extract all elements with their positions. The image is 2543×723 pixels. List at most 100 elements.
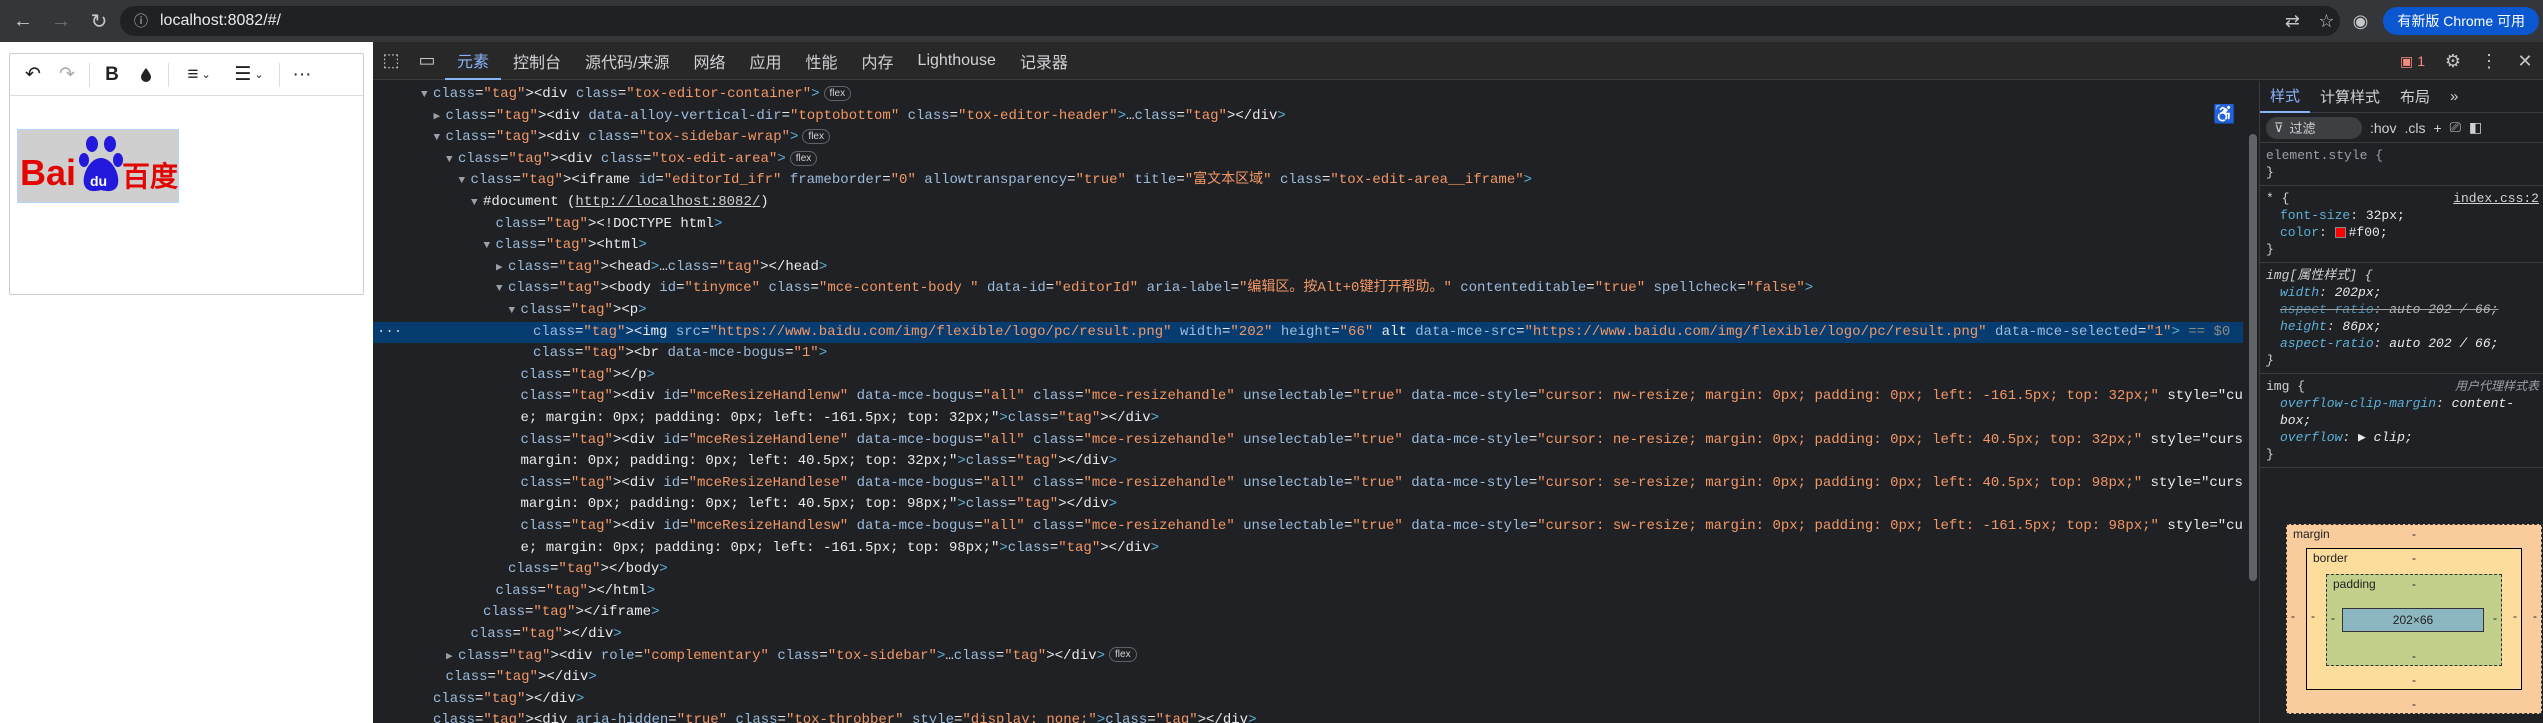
more-options-icon[interactable]: ⋮: [2471, 42, 2507, 80]
tree-row[interactable]: ▶ class="tag"><div role="complementary" c…: [373, 646, 2243, 668]
tree-row[interactable]: class="tag"><div id="mceResizeHandlesw" …: [373, 516, 2244, 538]
tab-application[interactable]: 应用: [738, 42, 794, 80]
tab-performance[interactable]: 性能: [794, 42, 850, 80]
translate-icon[interactable]: ⇄: [2275, 0, 2309, 42]
tab-elements[interactable]: 元素: [445, 42, 502, 80]
tree-row[interactable]: ▼ class="tag"><p>: [373, 300, 2243, 322]
tree-row[interactable]: ▶ class="tag"><div data-alloy-vertical-di…: [373, 106, 2243, 128]
flex-badge[interactable]: flex: [823, 85, 852, 101]
cls-toggle[interactable]: .cls: [2404, 120, 2425, 136]
bold-button[interactable]: B: [95, 59, 129, 91]
expand-triangle-icon[interactable]: ▶: [446, 647, 458, 669]
more-tabs-icon[interactable]: »: [2440, 81, 2468, 113]
collapse-triangle-icon[interactable]: ▼: [434, 128, 446, 150]
paint-icon[interactable]: ⎚: [2450, 119, 2461, 136]
tree-row[interactable]: ▼ class="tag"><div class="tox-edit-area">…: [373, 149, 2243, 171]
close-icon[interactable]: ✕: [2507, 42, 2543, 80]
tab-sources[interactable]: 源代码/来源: [573, 42, 681, 80]
collapse-triangle-icon[interactable]: ▼: [509, 301, 521, 323]
collapse-triangle-icon[interactable]: ▼: [459, 171, 471, 193]
tree-row[interactable]: e; margin: 0px; padding: 0px; left: -161…: [373, 408, 2243, 430]
profile-icon[interactable]: ◉: [2343, 0, 2377, 42]
expand-triangle-icon[interactable]: ▶: [496, 258, 508, 280]
tree-row[interactable]: class="tag"></div>: [373, 624, 2243, 646]
settings-gear-icon[interactable]: ⚙: [2435, 42, 2471, 80]
universal-rule[interactable]: index.css:2 * { font-size: 32px; color: …: [2260, 186, 2543, 263]
address-bar[interactable]: ⓘ localhost:8082/#/: [120, 6, 2340, 36]
tree-row[interactable]: class="tag"></html>: [373, 581, 2243, 603]
undo-icon[interactable]: ↶: [16, 59, 50, 91]
align-dropdown-icon[interactable]: ≡ ⌄: [174, 59, 224, 91]
row-menu-icon[interactable]: ···: [377, 322, 402, 344]
collapse-triangle-icon[interactable]: ▼: [446, 150, 458, 172]
line-height-dropdown-icon[interactable]: ☰ ⌄: [224, 59, 274, 91]
tab-console[interactable]: 控制台: [501, 42, 573, 80]
tree-node-text: class="tag"><head>…class="tag"></head>: [508, 258, 828, 275]
text-color-icon[interactable]: [129, 59, 163, 91]
tab-lighthouse[interactable]: Lighthouse: [906, 42, 1008, 80]
reload-icon[interactable]: ↻: [84, 6, 114, 36]
tab-layout[interactable]: 布局: [2390, 81, 2440, 113]
flex-badge[interactable]: flex: [1109, 647, 1137, 663]
collapse-triangle-icon[interactable]: ▼: [496, 279, 508, 301]
box-model-content[interactable]: 202×66: [2342, 608, 2484, 632]
device-toolbar-icon[interactable]: ▭: [409, 42, 445, 80]
color-swatch[interactable]: [2334, 227, 2346, 239]
tree-row[interactable]: margin: 0px; padding: 0px; left: 40.5px;…: [373, 494, 2243, 516]
tree-row[interactable]: class="tag"><!DOCTYPE html>: [373, 214, 2243, 236]
tree-row[interactable]: ▼ class="tag"><html>: [373, 235, 2243, 257]
site-info-icon[interactable]: ⓘ: [134, 11, 148, 31]
tree-row[interactable]: class="tag"><div id="mceResizeHandlenw" …: [373, 386, 2244, 408]
flex-badge[interactable]: flex: [802, 128, 830, 144]
tree-row[interactable]: ▼ class="tag"><body id="tinymce" class="m…: [373, 278, 2243, 300]
tree-row[interactable]: ▼ class="tag"><iframe id="editorId_ifr" f…: [373, 170, 2243, 192]
sidebar-toggle-icon[interactable]: ◧: [2469, 119, 2482, 136]
tree-row[interactable]: class="tag"><br data-mce-bogus="1">: [373, 343, 2243, 365]
styles-filter-input[interactable]: ⊽ 过滤: [2266, 116, 2362, 139]
tree-row[interactable]: class="tag"></p>: [373, 365, 2243, 387]
tree-row[interactable]: margin: 0px; padding: 0px; left: 40.5px;…: [373, 451, 2243, 473]
tree-row-selected[interactable]: ··· class="tag"><img src="https://www.bai…: [373, 321, 2243, 344]
tab-network[interactable]: 网络: [681, 42, 737, 80]
tree-row[interactable]: class="tag"></iframe>: [373, 602, 2243, 624]
tab-styles[interactable]: 样式: [2260, 81, 2311, 113]
collapse-triangle-icon[interactable]: ▼: [421, 85, 433, 107]
tree-row[interactable]: ▼ class="tag"><div class="tox-sidebar-wra…: [373, 127, 2243, 149]
baidu-logo-image[interactable]: Bai du 百度: [17, 129, 179, 203]
element-style-rule[interactable]: element.style { }: [2260, 143, 2543, 186]
tree-row[interactable]: class="tag"><div aria-hidden="true" clas…: [373, 710, 2243, 723]
update-chrome-button[interactable]: 有新版 Chrome 可用: [2383, 7, 2539, 35]
inspect-element-icon[interactable]: ⬚: [373, 42, 409, 80]
add-rule-icon[interactable]: +: [2433, 120, 2441, 136]
back-icon[interactable]: ←: [8, 6, 38, 36]
tree-row[interactable]: class="tag"></div>: [373, 689, 2243, 711]
elements-scrollbar[interactable]: [2249, 134, 2257, 581]
bookmark-star-icon[interactable]: ☆: [2309, 0, 2343, 42]
collapse-triangle-icon[interactable]: ▼: [484, 236, 496, 258]
expand-triangle-icon[interactable]: ▶: [434, 107, 446, 129]
issues-counter[interactable]: ▣ 1: [2390, 53, 2435, 70]
redo-icon[interactable]: ↷: [50, 59, 84, 91]
tree-row[interactable]: ▶ class="tag"><head>…class="tag"></head>: [373, 257, 2243, 279]
tree-row[interactable]: ▼ class="tag"><div class="tox-editor-cont…: [373, 84, 2243, 106]
forward-icon[interactable]: →: [46, 6, 76, 36]
hov-toggle[interactable]: :hov: [2370, 120, 2396, 136]
tree-row[interactable]: class="tag"><div id="mceResizeHandlese" …: [373, 473, 2244, 495]
editor-content[interactable]: Bai du 百度: [10, 97, 363, 294]
tree-row[interactable]: ▼ #document (http://localhost:8082/): [373, 192, 2243, 214]
rule-source-link[interactable]: index.css:2: [2453, 190, 2539, 207]
accessibility-tree-icon[interactable]: ♿: [2213, 104, 2235, 125]
img-attribute-rule[interactable]: img[属性样式] { width: 202px; aspect-ratio: …: [2260, 263, 2543, 374]
tab-memory[interactable]: 内存: [850, 42, 906, 80]
tree-row[interactable]: class="tag"></body>: [373, 559, 2243, 581]
flex-badge[interactable]: flex: [789, 150, 818, 166]
tab-computed[interactable]: 计算样式: [2310, 81, 2390, 113]
tab-recorder[interactable]: 记录器: [1008, 42, 1080, 80]
elements-tree[interactable]: ▼ class="tag"><div class="tox-editor-cont…: [373, 81, 2243, 723]
tree-row[interactable]: class="tag"><div id="mceResizeHandlene" …: [373, 430, 2244, 452]
img-user-agent-rule[interactable]: 用户代理样式表 img { overflow-clip-margin: cont…: [2260, 374, 2543, 468]
tree-row[interactable]: e; margin: 0px; padding: 0px; left: -161…: [373, 538, 2243, 560]
collapse-triangle-icon[interactable]: ▼: [471, 193, 483, 215]
tree-row[interactable]: class="tag"></div>: [373, 667, 2243, 689]
more-button[interactable]: ···: [285, 59, 319, 91]
